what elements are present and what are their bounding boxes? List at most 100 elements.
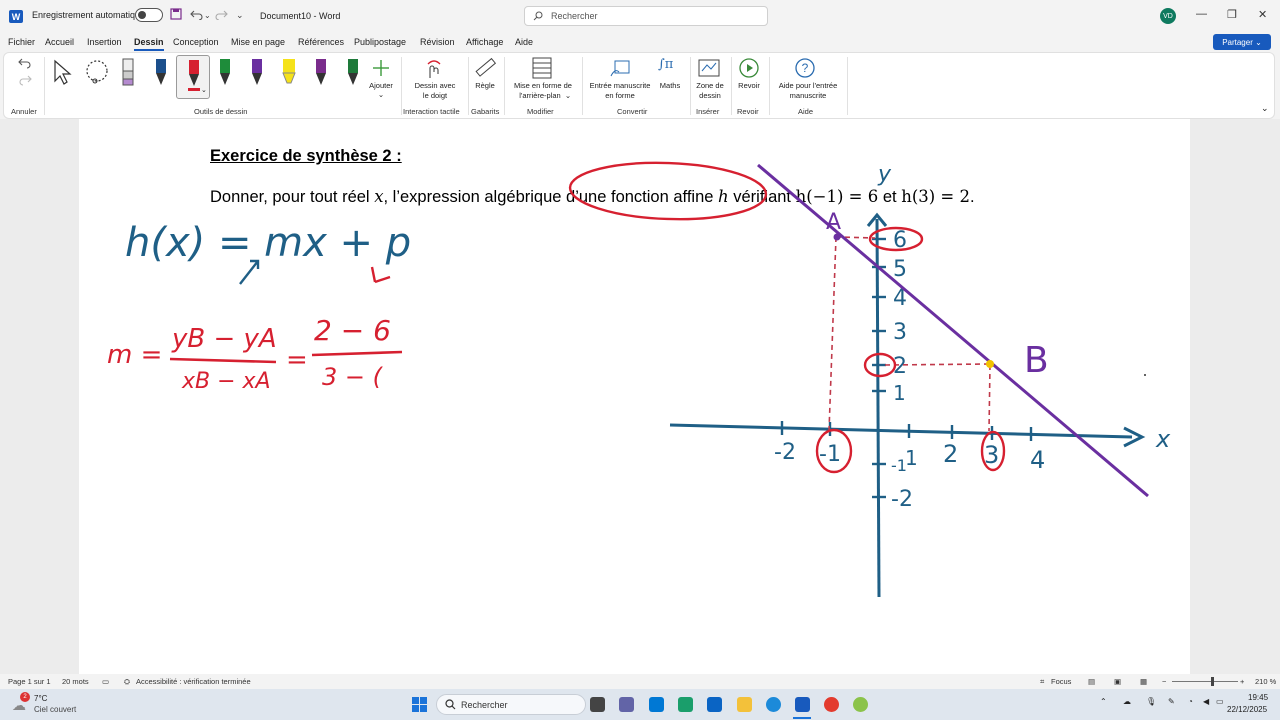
read-mode-icon[interactable]: ▤ <box>1088 677 1095 686</box>
accessibility-status[interactable]: Accessibilité : vérification terminée <box>136 677 251 686</box>
autosave-label: Enregistrement automatique <box>32 10 146 20</box>
draw-with-touch-label-1[interactable]: Dessin avec <box>407 81 463 91</box>
task-view-icon[interactable] <box>590 697 605 712</box>
menu-mise-en-page[interactable]: Mise en page <box>231 37 285 47</box>
ribbon-undo-icon[interactable] <box>18 57 32 72</box>
ink-help-label-1[interactable]: Aide pour l'entrée <box>770 81 846 91</box>
drawing-canvas-label-1[interactable]: Zone de <box>692 81 728 91</box>
draw-with-touch-icon[interactable] <box>424 58 444 83</box>
file-explorer-icon[interactable] <box>737 697 752 712</box>
menu-insertion[interactable]: Insertion <box>87 37 122 47</box>
pen-red-selected[interactable]: ⌄ <box>176 55 210 99</box>
drawing-canvas-label-2[interactable]: dessin <box>692 91 728 101</box>
save-icon[interactable] <box>170 8 182 23</box>
highlighter-yellow-icon[interactable] <box>281 57 297 90</box>
menu-references[interactable]: Références <box>298 37 344 47</box>
show-hidden-icons[interactable]: ⌃ <box>1100 697 1107 706</box>
x-tick-label-minus1: -1 <box>819 442 841 467</box>
weather-desc[interactable]: Ciel couvert <box>34 705 76 714</box>
clock-time[interactable]: 19:45 <box>1248 693 1268 702</box>
ink-to-math-label[interactable]: Maths <box>655 81 685 91</box>
add-pen-icon[interactable] <box>372 59 390 80</box>
menu-accueil[interactable]: Accueil <box>45 37 74 47</box>
undo-icon[interactable] <box>190 8 204 23</box>
menu-dessin[interactable]: Dessin <box>134 37 164 51</box>
pen-icon[interactable]: ✎ <box>1168 697 1175 706</box>
background-format-label-1[interactable]: Mise en forme de <box>507 81 579 91</box>
proofing-icon[interactable]: ▭ <box>102 677 109 686</box>
menu-fichier[interactable]: Fichier <box>8 37 35 47</box>
share-button[interactable]: Partager ⌄ <box>1213 34 1271 50</box>
volume-icon[interactable]: ◀ <box>1203 697 1209 706</box>
page-count[interactable]: Page 1 sur 1 <box>8 677 51 686</box>
outlook-icon[interactable] <box>707 697 722 712</box>
pen-dark-blue-icon[interactable] <box>154 57 168 90</box>
restore-icon[interactable]: ❐ <box>1227 8 1237 21</box>
zoom-slider[interactable] <box>1172 681 1238 682</box>
edge-icon[interactable] <box>766 697 781 712</box>
ink-help-label-2[interactable]: manuscrite <box>770 91 846 101</box>
battery-icon[interactable]: ▭ <box>1216 697 1224 706</box>
group-draw-tools-label: Outils de dessin <box>194 107 248 116</box>
teams-icon[interactable] <box>619 697 634 712</box>
ink-to-shape-label-1[interactable]: Entrée manuscrite <box>584 81 656 91</box>
draw-with-touch-label-2[interactable]: le doigt <box>407 91 463 101</box>
weather-temp[interactable]: 7°C <box>34 694 47 703</box>
ink-help-icon[interactable]: ? <box>794 57 816 82</box>
collapse-ribbon-icon[interactable]: ⌄ <box>1261 103 1269 114</box>
eraser-icon[interactable] <box>120 57 136 90</box>
pen-violet-icon[interactable] <box>314 57 328 90</box>
menu-affichage[interactable]: Affichage <box>466 37 503 47</box>
ink-to-shape-icon[interactable] <box>610 58 632 81</box>
wifi-icon[interactable]: ◔ <box>1188 697 1193 706</box>
sway-icon[interactable] <box>678 697 693 712</box>
menu-publipostage[interactable]: Publipostage <box>354 37 406 47</box>
drawing-canvas-icon[interactable] <box>698 57 720 82</box>
pen-purple-icon[interactable] <box>250 57 264 90</box>
ink-replay-label[interactable]: Revoir <box>734 81 764 91</box>
customize-toolbar-icon[interactable]: ⌄ <box>236 10 244 21</box>
add-dropdown-icon[interactable]: ⌄ <box>376 90 386 100</box>
background-dropdown-icon[interactable]: ⌄ <box>564 91 572 101</box>
ruler-icon[interactable] <box>474 57 497 82</box>
redo-icon[interactable] <box>214 8 228 23</box>
focus-mode[interactable]: Focus <box>1051 677 1071 686</box>
ink-to-math-icon[interactable]: ∫π <box>658 57 673 72</box>
pen-dark-green-icon[interactable] <box>346 57 360 90</box>
ruler-label[interactable]: Règle <box>470 81 500 91</box>
select-cursor-icon[interactable] <box>52 59 72 88</box>
pen-green-icon[interactable] <box>218 57 232 90</box>
undo-dropdown-icon[interactable]: ⌄ <box>204 11 211 20</box>
close-icon[interactable]: ✕ <box>1258 8 1267 21</box>
minimize-icon[interactable]: — <box>1196 8 1207 20</box>
menu-revision[interactable]: Révision <box>420 37 455 47</box>
clock-date[interactable]: 22/12/2025 <box>1227 705 1267 714</box>
ribbon-redo-icon[interactable] <box>18 74 32 89</box>
lasso-select-icon[interactable] <box>83 59 111 90</box>
user-avatar[interactable]: VD <box>1160 8 1176 24</box>
pen-dropdown-icon[interactable]: ⌄ <box>201 86 207 94</box>
taskbar-search[interactable]: Rechercher <box>436 694 586 715</box>
ink-to-shape-label-2[interactable]: en forme <box>584 91 656 101</box>
word-taskbar-icon[interactable] <box>795 697 810 712</box>
zoom-in-icon[interactable]: + <box>1240 677 1244 686</box>
chrome-icon[interactable] <box>824 697 839 712</box>
app-icon[interactable] <box>853 697 868 712</box>
zoom-slider-thumb[interactable] <box>1211 677 1214 686</box>
menu-aide[interactable]: Aide <box>515 37 533 47</box>
print-layout-icon[interactable]: ▣ <box>1114 677 1121 686</box>
slope-num-values: 2 − 6 <box>314 314 391 347</box>
windows-start-icon[interactable] <box>412 697 427 712</box>
web-layout-icon[interactable]: ▦ <box>1140 677 1147 686</box>
background-format-icon[interactable] <box>532 57 552 82</box>
search-box[interactable]: Rechercher <box>524 6 768 26</box>
cloud-icon[interactable]: ☁ <box>1123 697 1131 706</box>
zoom-level[interactable]: 210 % <box>1255 677 1276 686</box>
microphone-icon[interactable]: 🎙 <box>1146 697 1156 706</box>
ink-replay-icon[interactable] <box>738 57 760 82</box>
store-icon[interactable] <box>649 697 664 712</box>
autosave-toggle[interactable] <box>135 8 163 22</box>
word-count[interactable]: 20 mots <box>62 677 89 686</box>
zoom-out-icon[interactable]: − <box>1162 677 1166 686</box>
menu-conception[interactable]: Conception <box>173 37 219 47</box>
